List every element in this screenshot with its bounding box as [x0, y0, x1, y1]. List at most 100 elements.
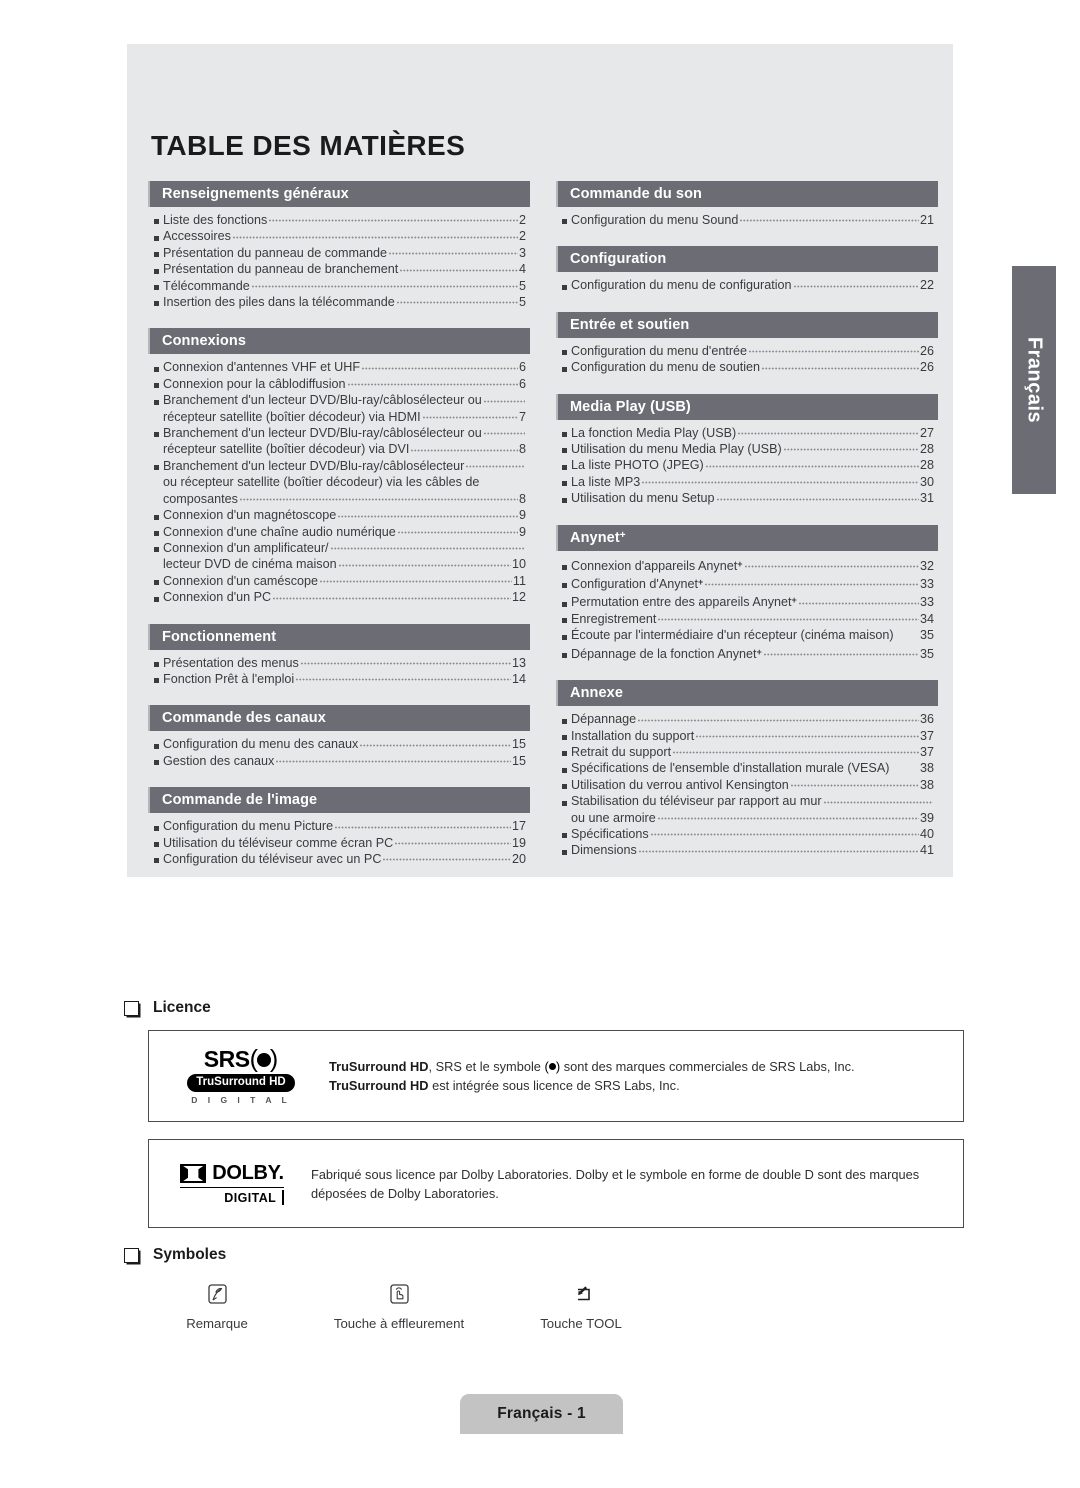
toc-entry[interactable]: Installation du support 37 — [562, 728, 934, 744]
toc-entry-list: Configuration du menu Sound 21 — [556, 207, 938, 232]
toc-entry[interactable]: Branchement d'un lecteur DVD/Blu-ray/câb… — [154, 458, 526, 474]
toc-entry[interactable]: Configuration du menu Picture 17 — [154, 818, 526, 834]
toc-entry[interactable]: Présentation des menus 13 — [154, 655, 526, 671]
toc-entry-label: Présentation des menus — [163, 655, 299, 670]
toc-entry-page: 28 — [919, 442, 934, 457]
toc-entry[interactable]: Configuration d'Anynet+ 33 — [562, 574, 934, 592]
dot-leader — [362, 362, 518, 374]
toc-entry[interactable]: Présentation du panneau de commande 3 — [154, 245, 526, 261]
toc-entry[interactable]: Configuration du menu de configuration 22 — [562, 277, 934, 293]
toc-entry-page: 21 — [919, 213, 934, 227]
toc-entry[interactable]: Insertion des piles dans la télécommande… — [154, 294, 526, 310]
square-bullet-icon — [154, 366, 159, 372]
srs-logo-pill: TruSurround HD — [187, 1074, 295, 1092]
dot-leader — [638, 845, 919, 857]
square-bullet-icon — [562, 284, 567, 290]
toc-entry[interactable]: Connexion pour la câblodiffusion 6 — [154, 376, 526, 392]
dot-leader — [744, 561, 919, 573]
dot-leader — [276, 756, 511, 768]
toc-entry-label: Configuration d'Anynet+ — [571, 577, 704, 592]
toc-entry[interactable]: Configuration du téléviseur avec un PC 20 — [154, 851, 526, 867]
srs-line2-rest: est intégrée sous licence de SRS Labs, I… — [428, 1078, 680, 1093]
toc-entry-label: Liste des fonctions — [163, 213, 268, 227]
toc-entry[interactable]: Télécommande 5 — [154, 278, 526, 294]
toc-entry[interactable]: Accessoires 2 — [154, 228, 526, 244]
toc-entry[interactable]: Connexion d'antennes VHF et UHF 6 — [154, 359, 526, 375]
toc-entry[interactable]: Configuration du menu de soutien 26 — [562, 359, 934, 375]
square-bullet-icon — [562, 366, 567, 372]
toc-entry-page: 33 — [919, 595, 934, 610]
toc-entry[interactable]: Spécifications de l'ensemble d'installat… — [562, 760, 934, 776]
toc-entry-page: 7 — [518, 409, 526, 424]
plus-superscript: + — [698, 577, 704, 588]
dot-leader — [395, 837, 511, 849]
toc-entry[interactable]: Fonction Prêt à l'emploi 14 — [154, 671, 526, 687]
square-bullet-icon — [562, 497, 567, 503]
toc-entry[interactable]: Connexion d'un caméscope 11 — [154, 573, 526, 589]
licence-heading-label: Licence — [153, 999, 211, 1016]
square-bullet-icon — [562, 767, 567, 773]
dot-leader — [638, 714, 919, 726]
toc-entry[interactable]: Configuration du menu d'entrée 26 — [562, 343, 934, 359]
toc-entry[interactable]: Retrait du support 37 — [562, 744, 934, 760]
toc-entry-label: Configuration du menu d'entrée — [571, 343, 748, 358]
toc-entry-label: Configuration du menu de configuration — [571, 278, 792, 293]
toc-entry-list: Configuration du menu des canaux 15 Gestio… — [148, 731, 530, 773]
toc-entry[interactable]: Spécifications 40 — [562, 826, 934, 842]
toc-entry[interactable]: Branchement d'un lecteur DVD/Blu-ray/câb… — [154, 392, 526, 408]
toc-entry[interactable]: Configuration du menu Sound 21 — [562, 212, 934, 228]
toc-entry[interactable]: Connexion d'un PC 12 — [154, 589, 526, 605]
toc-entry-page: 28 — [919, 458, 934, 473]
toc-entry[interactable]: Utilisation du menu Media Play (USB) 28 — [562, 441, 934, 457]
dot-leader — [335, 821, 511, 833]
dolby-logo-top: DOLBY. — [180, 1162, 284, 1185]
toc-section: Commande de l'image Configuration du menu… — [148, 787, 530, 871]
toc-entry[interactable]: Connexion d'appareils Anynet+ 32 — [562, 556, 934, 574]
toc-entry-page: 19 — [511, 835, 526, 850]
square-bullet-icon — [562, 751, 567, 757]
toc-entry[interactable]: Stabilisation du téléviseur par rapport … — [562, 793, 934, 809]
toc-entry-label: Configuration du menu Picture — [163, 819, 334, 834]
toc-entry[interactable]: Configuration du menu des canaux 15 — [154, 736, 526, 752]
toc-entry[interactable]: Utilisation du menu Setup 31 — [562, 490, 934, 506]
toc-entry[interactable]: Connexion d'un magnétoscope 9 — [154, 507, 526, 523]
toc-entry[interactable]: Présentation du panneau de branchement 4 — [154, 261, 526, 277]
toc-entry[interactable]: Utilisation du verrou antivol Kensington… — [562, 777, 934, 793]
toc-entry[interactable]: Dépannage 36 — [562, 711, 934, 727]
toc-entry[interactable]: La liste PHOTO (JPEG) 28 — [562, 457, 934, 473]
srs-logo-symbol: () — [249, 1045, 279, 1074]
square-bullet-icon — [154, 530, 159, 536]
toc-entry-page: 35 — [919, 646, 934, 661]
toc-entry[interactable]: Branchement d'un lecteur DVD/Blu-ray/câb… — [154, 425, 526, 441]
toc-entry-continuation-label: récepteur satellite (boîtier décodeur) v… — [163, 409, 421, 424]
toc-section-heading: Anynet+ — [556, 524, 938, 551]
toc-entry-page: 33 — [919, 577, 934, 592]
table-of-contents-panel: TABLE DES MATIÈRES Renseignements généra… — [127, 44, 953, 877]
toc-entry[interactable]: Permutation entre des appareils Anynet+ 3… — [562, 592, 934, 610]
toc-entry[interactable]: Connexion d'un amplificateur/ — [154, 540, 526, 556]
toc-entry[interactable]: Dépannage de la fonction Anynet+ 35 — [562, 644, 934, 662]
square-bullet-icon — [562, 481, 567, 487]
toc-entry-label: Présentation du panneau de branchement — [163, 262, 399, 277]
plus-superscript: + — [737, 558, 743, 569]
toc-entry-page: 39 — [919, 810, 934, 825]
plus-superscript: + — [619, 529, 626, 541]
toc-entry[interactable]: Connexion d'une chaîne audio numérique 9 — [154, 524, 526, 540]
dot-leader — [762, 362, 919, 374]
toc-entry[interactable]: Utilisation du téléviseur comme écran PC… — [154, 835, 526, 851]
toc-entry[interactable]: Liste des fonctions 2 — [154, 212, 526, 228]
toc-entry-label: Connexion d'un PC — [163, 590, 272, 605]
dot-leader — [481, 478, 525, 489]
square-bullet-icon — [562, 653, 567, 659]
toc-entry-page: 20 — [511, 851, 526, 866]
toc-entry-label: Fonction Prêt à l'emploi — [163, 671, 295, 686]
toc-entry[interactable]: Écoute par l'intermédiaire d'un récepteu… — [562, 627, 934, 643]
toc-entry-label: Utilisation du téléviseur comme écran PC — [163, 835, 394, 850]
toc-entry[interactable]: Dimensions 41 — [562, 842, 934, 858]
toc-entry[interactable]: Enregistrement 34 — [562, 611, 934, 627]
square-bullet-icon — [562, 448, 567, 454]
toc-entry[interactable]: Gestion des canaux 15 — [154, 753, 526, 769]
toc-entry[interactable]: La liste MP3 30 — [562, 474, 934, 490]
toc-entry-page: 35 — [919, 628, 934, 643]
toc-entry[interactable]: La fonction Media Play (USB) 27 — [562, 425, 934, 441]
